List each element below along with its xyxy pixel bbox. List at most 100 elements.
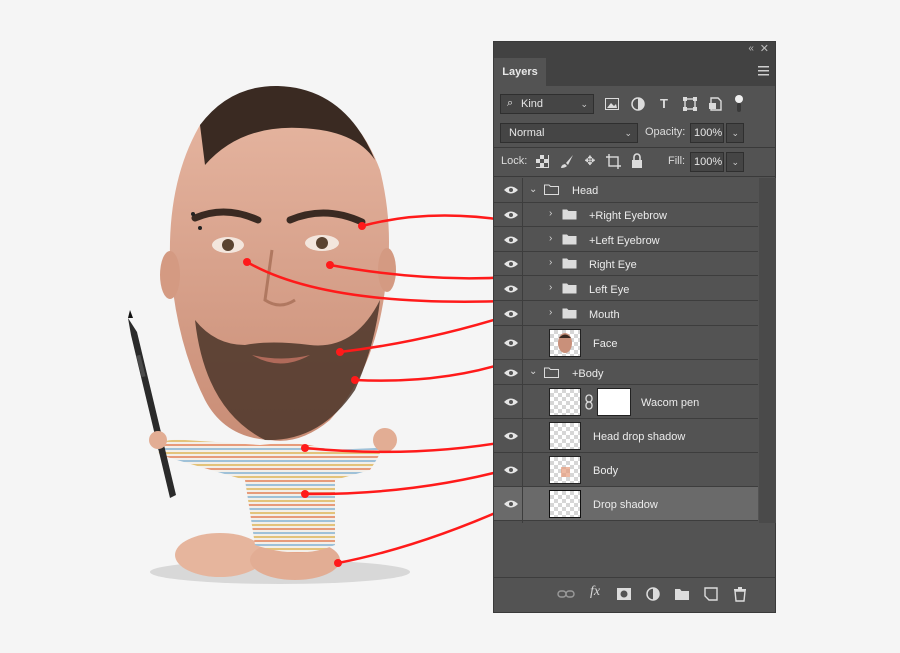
search-icon: ⌕ (507, 97, 514, 109)
opacity-label: Opacity: (645, 126, 686, 138)
eye-icon[interactable] (504, 235, 518, 245)
layers-scrollbar[interactable] (759, 178, 776, 523)
folder-icon (562, 308, 577, 319)
chevron-down-icon[interactable]: ⌄ (529, 366, 537, 377)
collapse-icon[interactable]: ‹‹ (748, 43, 754, 54)
layer-row-face[interactable]: Face (494, 326, 758, 360)
panel-titlebar: ‹‹ ✕ (494, 42, 775, 58)
chevron-right-icon[interactable]: › (549, 307, 552, 318)
eye-icon[interactable] (504, 284, 518, 294)
panel-menu-icon[interactable] (758, 66, 769, 76)
trash-icon[interactable] (731, 586, 749, 602)
folder-icon (544, 184, 559, 195)
layer-name: Head (572, 185, 599, 197)
layer-thumbnail (549, 388, 581, 416)
fill-input[interactable]: 100% (690, 152, 724, 172)
eye-icon[interactable] (504, 465, 518, 475)
type-filter-icon[interactable]: T (656, 96, 672, 111)
chevron-down-icon: ⌄ (580, 99, 588, 109)
lock-all-icon[interactable] (631, 153, 643, 168)
folder-icon (544, 367, 559, 378)
layer-name: Body (593, 465, 619, 477)
new-group-icon[interactable] (673, 586, 691, 602)
layer-row-body[interactable]: Body (494, 453, 758, 487)
adjustment-filter-icon[interactable] (631, 97, 645, 111)
eye-icon[interactable] (504, 397, 518, 407)
image-filter-icon[interactable] (605, 98, 619, 110)
chevron-right-icon[interactable]: › (549, 208, 552, 219)
layer-thumbnail (549, 329, 581, 357)
eye-icon[interactable] (504, 499, 518, 509)
chevron-down-icon: ⌄ (731, 128, 739, 138)
layer-row-wacom-pen[interactable]: Wacom pen (494, 385, 758, 419)
layer-row-body-group[interactable]: ⌄ +Body (494, 360, 758, 385)
eye-icon[interactable] (504, 309, 518, 319)
layer-row-drop-shadow[interactable]: Drop shadow (494, 487, 758, 521)
blend-row: Normal ⌄ Opacity: 100% ⌄ (494, 119, 775, 147)
layer-row-head[interactable]: ⌄ Head (494, 178, 758, 203)
lock-label: Lock: (501, 155, 528, 167)
panel-tabs: Layers (494, 58, 775, 86)
layer-row-right-eyebrow[interactable]: › +Right Eyebrow (494, 203, 758, 227)
folder-icon (562, 234, 577, 245)
add-mask-icon[interactable] (615, 586, 633, 602)
canvas-area: ‹‹ ✕ Layers ⌕ Kind ⌄ T Normal ⌄ Opacity:… (0, 0, 900, 653)
shape-filter-icon[interactable] (683, 97, 697, 111)
layer-row-head-drop-shadow[interactable]: Head drop shadow (494, 419, 758, 453)
opacity-input[interactable]: 100% (690, 123, 724, 143)
fill-value: 100% (694, 156, 723, 168)
new-layer-icon[interactable] (702, 586, 720, 602)
fx-icon[interactable]: fx (586, 584, 604, 600)
layer-name: Wacom pen (641, 397, 700, 409)
eye-icon[interactable] (504, 185, 518, 195)
divider (494, 176, 775, 177)
layer-name: +Body (572, 368, 604, 380)
lock-artboard-icon[interactable] (606, 154, 621, 169)
new-adjustment-icon[interactable] (644, 586, 662, 602)
lock-paint-icon[interactable] (560, 154, 575, 169)
close-icon[interactable]: ✕ (760, 42, 769, 55)
panel-bottom-toolbar: fx (494, 577, 775, 612)
layer-name: +Left Eyebrow (589, 235, 660, 247)
chevron-right-icon[interactable]: › (549, 282, 552, 293)
blend-mode-select[interactable]: Normal ⌄ (500, 123, 638, 143)
folder-icon (562, 209, 577, 220)
kind-filter-select[interactable]: ⌕ Kind ⌄ (500, 94, 594, 114)
layer-mask-thumbnail[interactable] (597, 388, 631, 416)
eye-icon[interactable] (504, 210, 518, 220)
blend-mode-value: Normal (509, 127, 545, 139)
eye-icon[interactable] (504, 338, 518, 348)
layer-column-divider (522, 178, 523, 523)
fill-dropdown[interactable]: ⌄ (726, 152, 744, 172)
folder-icon (562, 258, 577, 269)
chevron-right-icon[interactable]: › (549, 257, 552, 268)
layer-thumbnail (549, 456, 581, 484)
opacity-dropdown[interactable]: ⌄ (726, 123, 744, 143)
lock-row: Lock: ✥ Fill: 100% ⌄ (494, 148, 775, 176)
layer-name: Mouth (589, 309, 620, 321)
chevron-down-icon[interactable]: ⌄ (529, 184, 537, 195)
chain-link-icon[interactable] (585, 394, 593, 410)
layer-name: Face (593, 338, 618, 350)
layer-row-mouth[interactable]: › Mouth (494, 301, 758, 326)
filter-toggle-icon[interactable] (734, 94, 744, 114)
layer-row-left-eye[interactable]: › Left Eye (494, 276, 758, 301)
chevron-right-icon[interactable]: › (549, 233, 552, 244)
eye-icon[interactable] (504, 368, 518, 378)
lock-move-icon[interactable]: ✥ (582, 153, 598, 169)
eye-icon[interactable] (504, 431, 518, 441)
eye-icon[interactable] (504, 259, 518, 269)
filter-row: ⌕ Kind ⌄ T (494, 90, 775, 118)
layer-name: Head drop shadow (593, 431, 686, 443)
layer-name: Drop shadow (593, 499, 658, 511)
layer-thumbnail (549, 422, 581, 450)
tab-layers[interactable]: Layers (494, 58, 546, 86)
lock-transparent-icon[interactable] (536, 155, 549, 168)
kind-label: Kind (521, 98, 544, 110)
layer-row-right-eye[interactable]: › Right Eye (494, 252, 758, 276)
layer-name: Right Eye (589, 259, 637, 271)
chevron-down-icon: ⌄ (624, 128, 632, 138)
link-layers-icon[interactable] (557, 586, 575, 602)
smart-object-filter-icon[interactable] (708, 97, 722, 111)
layer-row-left-eyebrow[interactable]: › +Left Eyebrow (494, 227, 758, 252)
